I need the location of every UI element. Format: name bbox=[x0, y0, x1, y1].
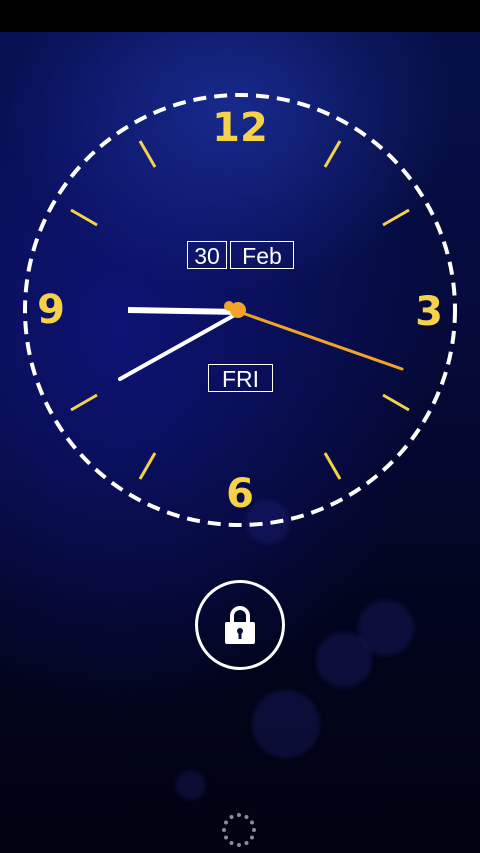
bokeh-light bbox=[252, 690, 320, 758]
numeral-3: 3 bbox=[415, 289, 443, 335]
tick-2 bbox=[382, 208, 410, 227]
tick-4 bbox=[382, 393, 410, 412]
numeral-12: 12 bbox=[212, 105, 268, 151]
numeral-9: 9 bbox=[37, 287, 65, 333]
hour-hand bbox=[127, 307, 241, 315]
hand-pivot-cap bbox=[224, 301, 234, 311]
date-day-box: 30 bbox=[187, 241, 227, 269]
tick-7 bbox=[138, 452, 157, 480]
numeral-6: 6 bbox=[226, 471, 254, 517]
bokeh-light bbox=[316, 632, 372, 688]
date-month-box: Feb bbox=[230, 241, 294, 269]
loading-spinner-icon bbox=[222, 813, 256, 847]
lock-screen: 12 3 6 9 30 Feb FRI bbox=[0, 0, 480, 853]
tick-1 bbox=[323, 140, 342, 168]
bokeh-light bbox=[176, 770, 206, 800]
tick-11 bbox=[138, 140, 157, 168]
unlock-button[interactable] bbox=[195, 580, 285, 670]
tick-8 bbox=[70, 393, 98, 412]
second-hand bbox=[226, 306, 404, 371]
tick-10 bbox=[70, 208, 98, 227]
analog-clock: 12 3 6 9 bbox=[23, 93, 457, 527]
tick-5 bbox=[323, 452, 342, 480]
lock-icon bbox=[225, 606, 255, 644]
weekday-box: FRI bbox=[208, 364, 273, 392]
